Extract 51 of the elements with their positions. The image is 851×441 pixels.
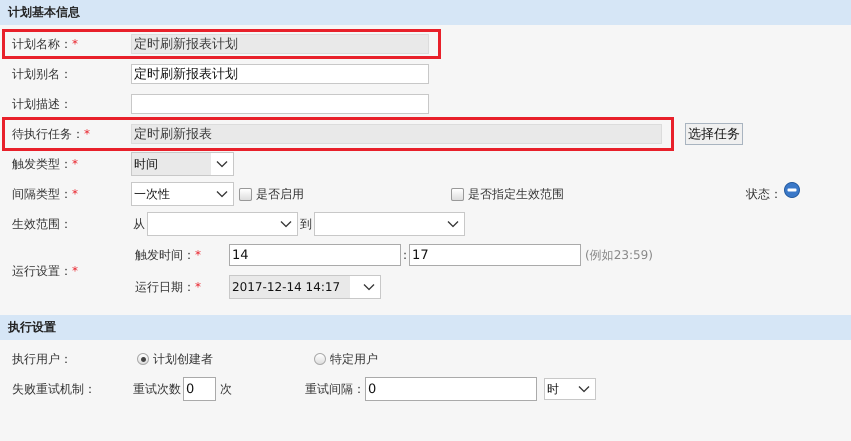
field-label: 计划描述： — [12, 96, 73, 112]
radio-label: 特定用户 — [330, 350, 378, 368]
field-label: 触发时间：* — [135, 246, 202, 264]
field-label: 计划别名： — [12, 66, 73, 82]
checkbox-label: 是否指定生效范围 — [468, 186, 564, 202]
text-field[interactable]: 定时刷新报表计划 — [131, 64, 429, 84]
radio-label: 计划创建者 — [153, 350, 213, 368]
chevron-icon — [280, 220, 292, 228]
time-separator: : — [403, 248, 408, 262]
dropdown[interactable] — [314, 212, 465, 236]
field-label: 失败重试机制： — [12, 380, 97, 398]
field-label: 运行设置：* — [11, 262, 79, 280]
field-label: 计划名称：* — [12, 36, 79, 52]
field-label: 间隔类型：* — [12, 186, 79, 202]
select-task-button[interactable]: 选择任务 — [685, 123, 743, 145]
dropdown[interactable]: 2017-12-14 14:17 — [229, 275, 381, 299]
format-hint: (例如23:59) — [585, 246, 653, 264]
chevron-icon — [578, 385, 590, 393]
checkbox[interactable] — [451, 188, 464, 200]
chevron-icon — [216, 160, 228, 168]
radio-button[interactable] — [314, 353, 326, 365]
minus-circle-icon[interactable] — [784, 182, 800, 198]
dropdown[interactable]: 时 — [544, 378, 596, 400]
section-header: 执行设置 — [0, 315, 851, 340]
radio-button[interactable] — [137, 353, 149, 365]
text-field[interactable] — [131, 94, 429, 114]
retry-count-label: 重试次数 — [133, 380, 181, 398]
field-label: 待执行任务：* — [12, 126, 91, 142]
status-label: 状态： — [746, 186, 782, 202]
retry-count-field[interactable]: 0 — [183, 377, 216, 401]
chevron-icon — [447, 220, 459, 228]
retry-interval-label: 重试间隔： — [305, 380, 365, 398]
dropdown[interactable] — [147, 212, 298, 236]
minute-field[interactable]: 17 — [409, 244, 582, 266]
hour-field[interactable]: 14 — [229, 244, 401, 266]
field-label: 执行用户： — [12, 350, 73, 368]
section-header: 计划基本信息 — [0, 0, 851, 25]
range-from-label: 从 — [133, 216, 145, 232]
unit-label: 次 — [220, 380, 232, 398]
field-label: 触发类型：* — [12, 156, 79, 172]
checkbox[interactable] — [239, 188, 252, 200]
text-field[interactable]: 定时刷新报表计划 — [131, 34, 429, 54]
field-label: 运行日期：* — [135, 278, 202, 296]
dropdown[interactable]: 一次性 — [131, 182, 234, 206]
chevron-icon — [216, 190, 228, 198]
text-field[interactable]: 定时刷新报表 — [131, 124, 662, 144]
field-label: 生效范围： — [12, 216, 73, 232]
chevron-icon — [363, 283, 375, 291]
retry-interval-field[interactable]: 0 — [365, 377, 537, 401]
checkbox-label: 是否启用 — [256, 186, 304, 202]
range-to-label: 到 — [300, 216, 312, 232]
